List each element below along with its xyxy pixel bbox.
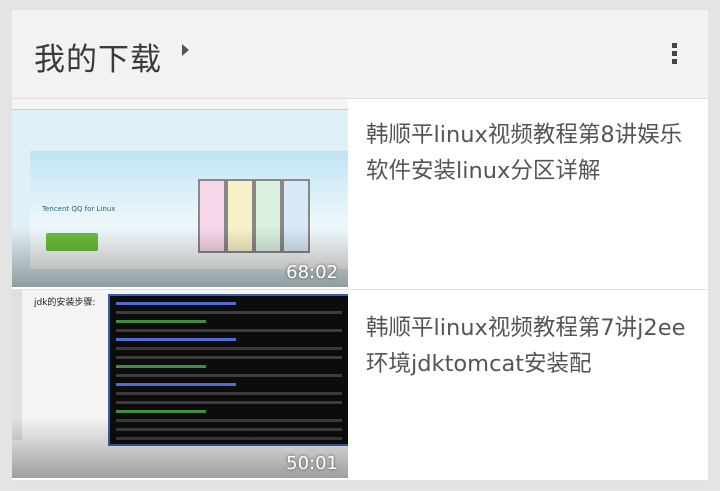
- header-bar: 我的下载: [12, 10, 708, 99]
- video-title[interactable]: 韩顺平linux视频教程第7讲j2ee环境jdktomcat安装配: [366, 310, 696, 382]
- chevron-right-icon[interactable]: [182, 44, 189, 56]
- banner-text: Tencent QQ for Linux: [42, 205, 116, 213]
- video-duration: 50:01: [286, 453, 338, 474]
- browser-tabs-image: [12, 99, 348, 110]
- video-duration: 68:02: [286, 262, 338, 283]
- download-item[interactable]: jdk的安装步骤: 50:01 韩顺平linux视频教程第7讲j2ee环境jdk…: [12, 290, 708, 481]
- download-list-card: 我的下载 Tencent QQ for Linux 68:02 韩顺平linux…: [12, 10, 708, 481]
- document-heading: jdk的安装步骤:: [34, 298, 96, 308]
- video-title[interactable]: 韩顺平linux视频教程第8讲娱乐软件安装linux分区详解: [366, 117, 696, 189]
- video-thumbnail[interactable]: jdk的安装步骤: 50:01: [12, 290, 348, 478]
- page-title[interactable]: 我的下载: [34, 34, 162, 79]
- download-item[interactable]: Tencent QQ for Linux 68:02 韩顺平linux视频教程第…: [12, 99, 708, 290]
- more-vert-icon[interactable]: [664, 40, 684, 68]
- video-thumbnail[interactable]: Tencent QQ for Linux 68:02: [12, 99, 348, 287]
